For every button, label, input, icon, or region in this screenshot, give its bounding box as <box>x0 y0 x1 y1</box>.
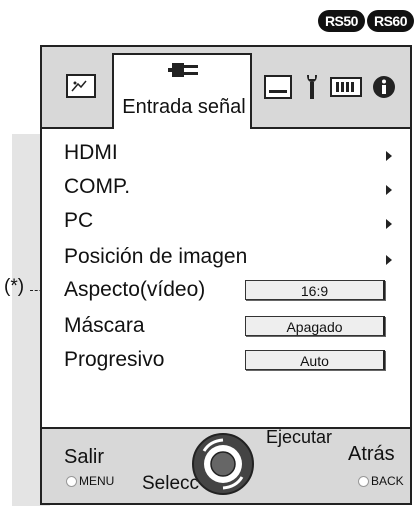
mask-value-field[interactable]: Apagado <box>245 316 385 336</box>
menu-item-image-position[interactable]: Posición de imagen <box>42 241 410 275</box>
picture-adjust-tab-icon[interactable] <box>66 74 96 98</box>
menu-item-pc[interactable]: PC <box>42 205 410 239</box>
menu-item-label: HDMI <box>64 141 118 164</box>
info-tab-icon[interactable] <box>372 75 396 99</box>
menu-item-progressive[interactable]: Progresivo Auto <box>42 344 410 378</box>
exit-label: Salir <box>64 446 105 468</box>
back-key-label: BACK <box>371 474 404 488</box>
menu-item-mask[interactable]: Máscara Apagado <box>42 310 410 344</box>
menu-item-comp[interactable]: COMP. <box>42 171 410 205</box>
back-key-hint[interactable]: BACK <box>358 474 404 488</box>
submenu-arrow-icon <box>386 219 392 229</box>
aspect-value-field[interactable]: 16:9 <box>245 280 385 300</box>
menu-tab-bar: Entrada señal <box>42 47 410 129</box>
progressive-value-field[interactable]: Auto <box>245 350 385 370</box>
menu-item-label: Aspecto(vídeo) <box>64 278 206 301</box>
submenu-arrow-icon <box>386 255 392 265</box>
menu-item-hdmi[interactable]: HDMI <box>42 137 410 171</box>
menu-item-label: Progresivo <box>64 348 165 371</box>
exit-key-label: MENU <box>79 474 115 488</box>
model-badge-rs50: RS50 <box>317 10 365 32</box>
menu-item-label: Máscara <box>64 314 145 337</box>
menu-item-label: COMP. <box>64 175 131 198</box>
menu-item-label: PC <box>64 209 94 232</box>
back-label: Atrás <box>348 443 395 465</box>
back-key-icon <box>358 476 369 488</box>
model-badges: RS50 RS60 <box>317 10 414 32</box>
wrench-tab-icon[interactable] <box>304 73 320 106</box>
navigation-pad-icon[interactable] <box>190 431 256 502</box>
plug-icon <box>166 57 200 88</box>
exit-key-hint[interactable]: MENU <box>66 474 114 488</box>
submenu-arrow-icon <box>386 151 392 161</box>
execute-label: Ejecutar <box>266 427 333 447</box>
menu-key-icon <box>66 476 77 488</box>
osd-menu: Entrada señal HDMI COMP. PC Posición de … <box>40 45 412 505</box>
menu-item-aspect-video[interactable]: Aspecto(vídeo) 16:9 <box>42 274 410 308</box>
tab-input-signal-label: Entrada señal <box>122 96 246 118</box>
screen-tab-icon[interactable] <box>264 75 292 99</box>
tab-input-signal[interactable]: Entrada señal <box>112 53 252 129</box>
settings-tab-icon[interactable] <box>330 77 362 97</box>
annotation-marker: (*) <box>4 276 25 297</box>
control-guide-bar: Salir MENU Selecc Ejecutar Atrás BACK <box>42 427 410 503</box>
submenu-arrow-icon <box>386 185 392 195</box>
model-badge-rs60: RS60 <box>366 10 414 32</box>
menu-item-label: Posición de imagen <box>64 245 248 268</box>
